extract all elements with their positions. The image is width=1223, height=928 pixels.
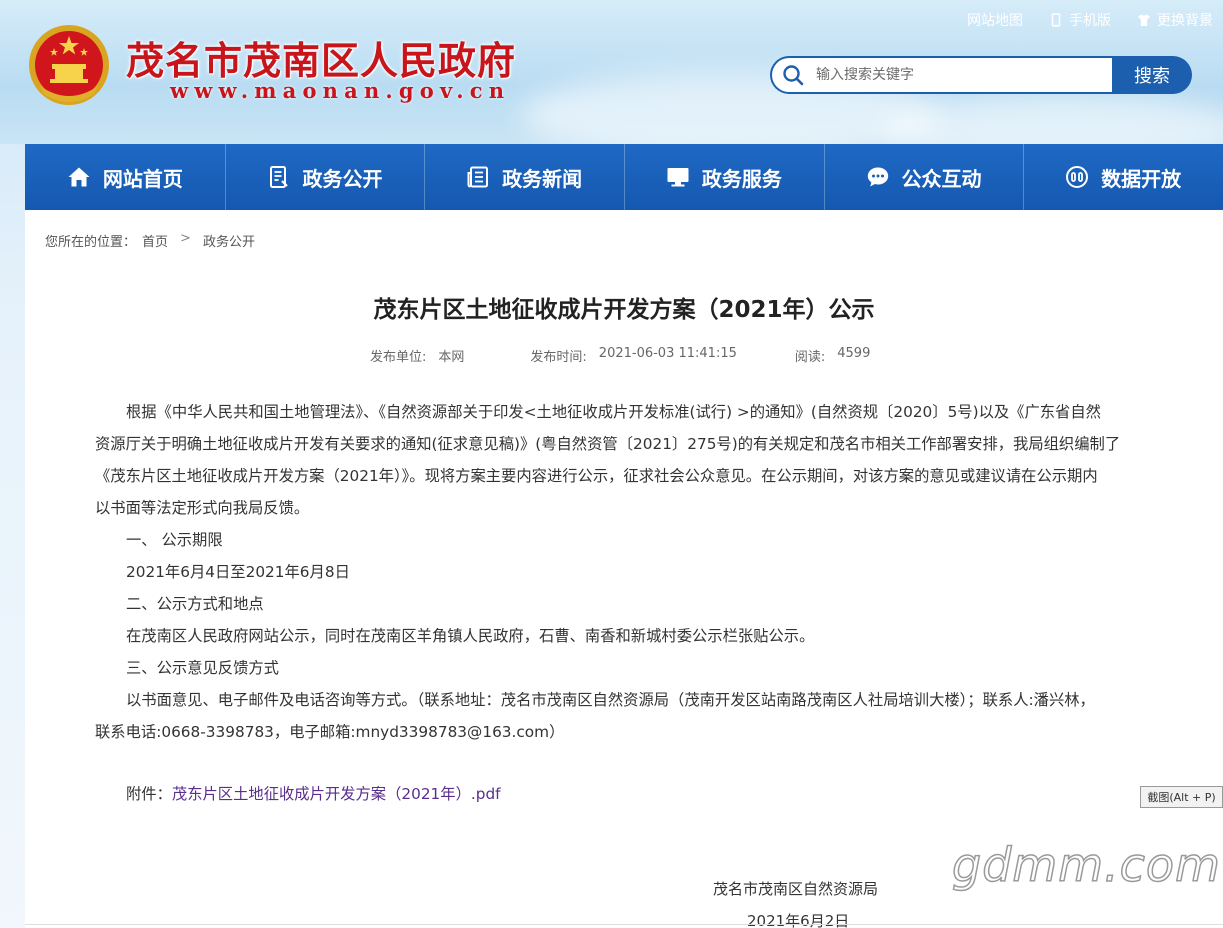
- site-url: www.maonan.gov.cn: [170, 78, 511, 103]
- article-meta: 发布单位: 本网 发布时间: 2021-06-03 11:41:15 阅读: 4…: [370, 346, 870, 365]
- signer: 茂名市茂南区自然资源局: [713, 880, 879, 898]
- body-line: 2021年6月4日至2021年6月8日: [126, 563, 350, 581]
- breadcrumb: 您所在的位置： 首页 > 政务公开: [45, 231, 255, 250]
- mobile-icon: [1051, 13, 1061, 27]
- body-line: 根据《中华人民共和国土地管理法》、《自然资源部关于印发<土地征收成片开发标准(试…: [126, 403, 1101, 421]
- data-icon: [1066, 166, 1089, 188]
- shirt-icon: [1138, 14, 1150, 26]
- body-line: 以书面意见、电子邮件及电话咨询等方式。（联系地址：茂名市茂南区自然资源局（茂南开…: [126, 691, 1095, 709]
- views-value: 4599: [837, 346, 871, 361]
- document-icon: [269, 166, 288, 188]
- nav-item-label: 网站首页: [102, 166, 183, 191]
- top-links: 网站地图 手机版 更换背景: [967, 10, 1213, 30]
- national-emblem-icon: [29, 25, 109, 105]
- search-icon: [783, 65, 804, 86]
- news-icon: [467, 166, 489, 188]
- body-line: 以书面等法定形式向我局反馈。: [95, 499, 310, 517]
- attachment-link[interactable]: 茂东片区土地征收成片开发方案（2021年）.pdf: [172, 785, 501, 803]
- breadcrumb-home-link[interactable]: 首页: [142, 231, 168, 250]
- change-background-link[interactable]: 更换背景: [1137, 10, 1213, 30]
- screenshot-tooltip[interactable]: 截图(Alt + P): [1140, 786, 1223, 808]
- body-line: 在茂南区人民政府网站公示，同时在茂南区羊角镇人民政府，石曹、南香和新城村委公示栏…: [126, 627, 815, 645]
- site-header: 茂名市茂南区人民政府 www.maonan.gov.cn 网站地图 手机版 更换…: [0, 0, 1223, 144]
- nav-item-open-data[interactable]: 数据开放: [1023, 144, 1223, 210]
- search-box: 搜索: [770, 56, 1192, 94]
- breadcrumb-gov-affairs-link[interactable]: 政务公开: [203, 231, 255, 250]
- publisher-label: 发布单位:: [370, 350, 427, 365]
- views-label: 阅读:: [794, 350, 826, 365]
- site-title: 茂名市茂南区人民政府: [126, 38, 517, 83]
- body-line: 联系电话:0668-3398783，电子邮箱:mnyd3398783@163.c…: [95, 723, 565, 741]
- publish-time-label: 发布时间:: [530, 350, 587, 365]
- divider: [25, 924, 1223, 925]
- nav-item-home[interactable]: 网站首页: [25, 144, 225, 210]
- breadcrumb-separator: >: [180, 231, 191, 246]
- search-field: [770, 56, 1112, 94]
- publisher-value: 本网: [438, 350, 465, 365]
- attachment: 附件：茂东片区土地征收成片开发方案（2021年）.pdf: [126, 782, 501, 804]
- body-line: 《茂东片区土地征收成片开发方案（2021年）》。现将方案主要内容进行公示，征求社…: [95, 467, 1098, 485]
- publish-time-value: 2021-06-03 11:41:15: [598, 346, 737, 361]
- main-content: 您所在的位置： 首页 > 政务公开 茂东片区土地征收成片开发方案（2021年）公…: [25, 210, 1223, 928]
- nav-item-gov-services[interactable]: 政务服务: [624, 144, 824, 210]
- section-heading: 一、 公示期限: [126, 531, 223, 549]
- nav-item-gov-affairs-public[interactable]: 政务公开: [224, 144, 425, 210]
- mobile-version-link[interactable]: 手机版: [1049, 10, 1111, 30]
- mobile-version-label: 手机版: [1069, 13, 1111, 29]
- search-button[interactable]: 搜索: [1112, 56, 1192, 94]
- breadcrumb-prefix: 您所在的位置：: [45, 235, 137, 250]
- article-body: 根据《中华人民共和国土地管理法》、《自然资源部关于印发<土地征收成片开发标准(试…: [95, 396, 1165, 748]
- sign-date: 2021年6月2日: [747, 912, 850, 928]
- nav-item-label: 政务新闻: [502, 166, 583, 191]
- main-nav: 网站首页 政务公开 政务新闻 政务服务 公众互动 数据开放: [25, 144, 1223, 210]
- nav-item-gov-news[interactable]: 政务新闻: [424, 144, 624, 210]
- home-icon: [68, 167, 90, 187]
- nav-item-label: 数据开放: [1101, 166, 1182, 191]
- nav-item-label: 政务服务: [701, 166, 782, 191]
- section-heading: 三、公示意见反馈方式: [126, 659, 279, 677]
- article-title: 茂东片区土地征收成片开发方案（2021年）公示: [373, 297, 875, 323]
- search-input[interactable]: [816, 60, 1106, 90]
- monitor-icon: [667, 168, 689, 187]
- watermark: gdmm.com: [951, 837, 1221, 893]
- chat-icon: [867, 167, 888, 187]
- attachment-label: 附件：: [126, 785, 172, 803]
- sitemap-link-label: 网站地图: [967, 13, 1023, 29]
- change-background-label: 更换背景: [1157, 13, 1213, 29]
- nav-item-public-interaction[interactable]: 公众互动: [823, 144, 1024, 210]
- nav-item-label: 政务公开: [302, 166, 383, 191]
- body-line: 资源厅关于明确土地征收成片开发有关要求的通知(征求意见稿)》(粤自然资管〔202…: [95, 435, 1121, 453]
- sitemap-link[interactable]: 网站地图: [967, 10, 1023, 30]
- section-heading: 二、公示方式和地点: [126, 595, 264, 613]
- nav-item-label: 公众互动: [901, 166, 982, 191]
